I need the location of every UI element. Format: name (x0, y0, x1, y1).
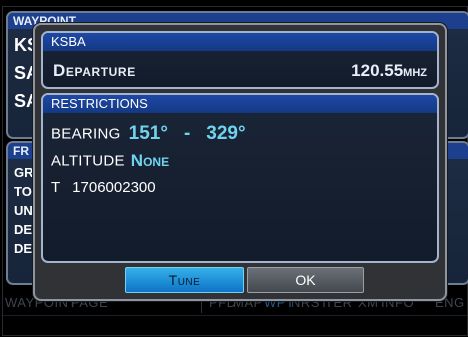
frequency-list-item[interactable]: UN (14, 203, 33, 218)
softkey-row (3, 315, 467, 336)
frequency-value: 120.55 (351, 61, 404, 80)
bearing-separator: - (183, 123, 191, 144)
frequency-row: Departure 120.55MHZ (53, 61, 427, 81)
bearing-row: BEARING 151° -329° (51, 123, 246, 145)
frequency-value-group: 120.55MHZ (351, 61, 427, 81)
restrictions-title: RESTRICTIONS (43, 95, 437, 113)
frequency-list-item[interactable]: DE (14, 241, 32, 256)
display-screen: WAYPOINT KS SA SA FR GR TO UN DE DE WAYP… (2, 6, 468, 336)
restrictions-panel: RESTRICTIONS BEARING 151° -329° ALTITUDE No… (41, 93, 439, 263)
restriction-code-prefix: T (51, 179, 61, 196)
altitude-value: None (130, 151, 170, 170)
tune-button[interactable]: Tune (125, 267, 244, 293)
frequency-list-item[interactable]: DE (14, 222, 32, 237)
bearing-from: 151° (128, 123, 168, 144)
frequency-panel: KSBA Departure 120.55MHZ (41, 31, 439, 89)
frequency-unit: MHZ (403, 67, 427, 79)
frequency-list-item[interactable]: TO (14, 184, 32, 199)
bearing-to: 329° (206, 123, 246, 144)
airport-ident-title: KSBA (43, 33, 437, 51)
altitude-label: ALTITUDE (51, 152, 125, 170)
altitude-row: ALTITUDE None (51, 151, 169, 171)
frequency-detail-dialog: KSBA Departure 120.55MHZ RESTRICTIONS BE… (33, 23, 447, 301)
ok-button[interactable]: OK (247, 267, 364, 293)
frequency-list-item[interactable]: GR (14, 165, 34, 180)
restriction-code-value: 1706002300 (72, 179, 156, 196)
frequency-type: Departure (53, 61, 136, 80)
bearing-label: BEARING (51, 125, 121, 143)
restriction-code-row: T 1706002300 (51, 179, 156, 197)
